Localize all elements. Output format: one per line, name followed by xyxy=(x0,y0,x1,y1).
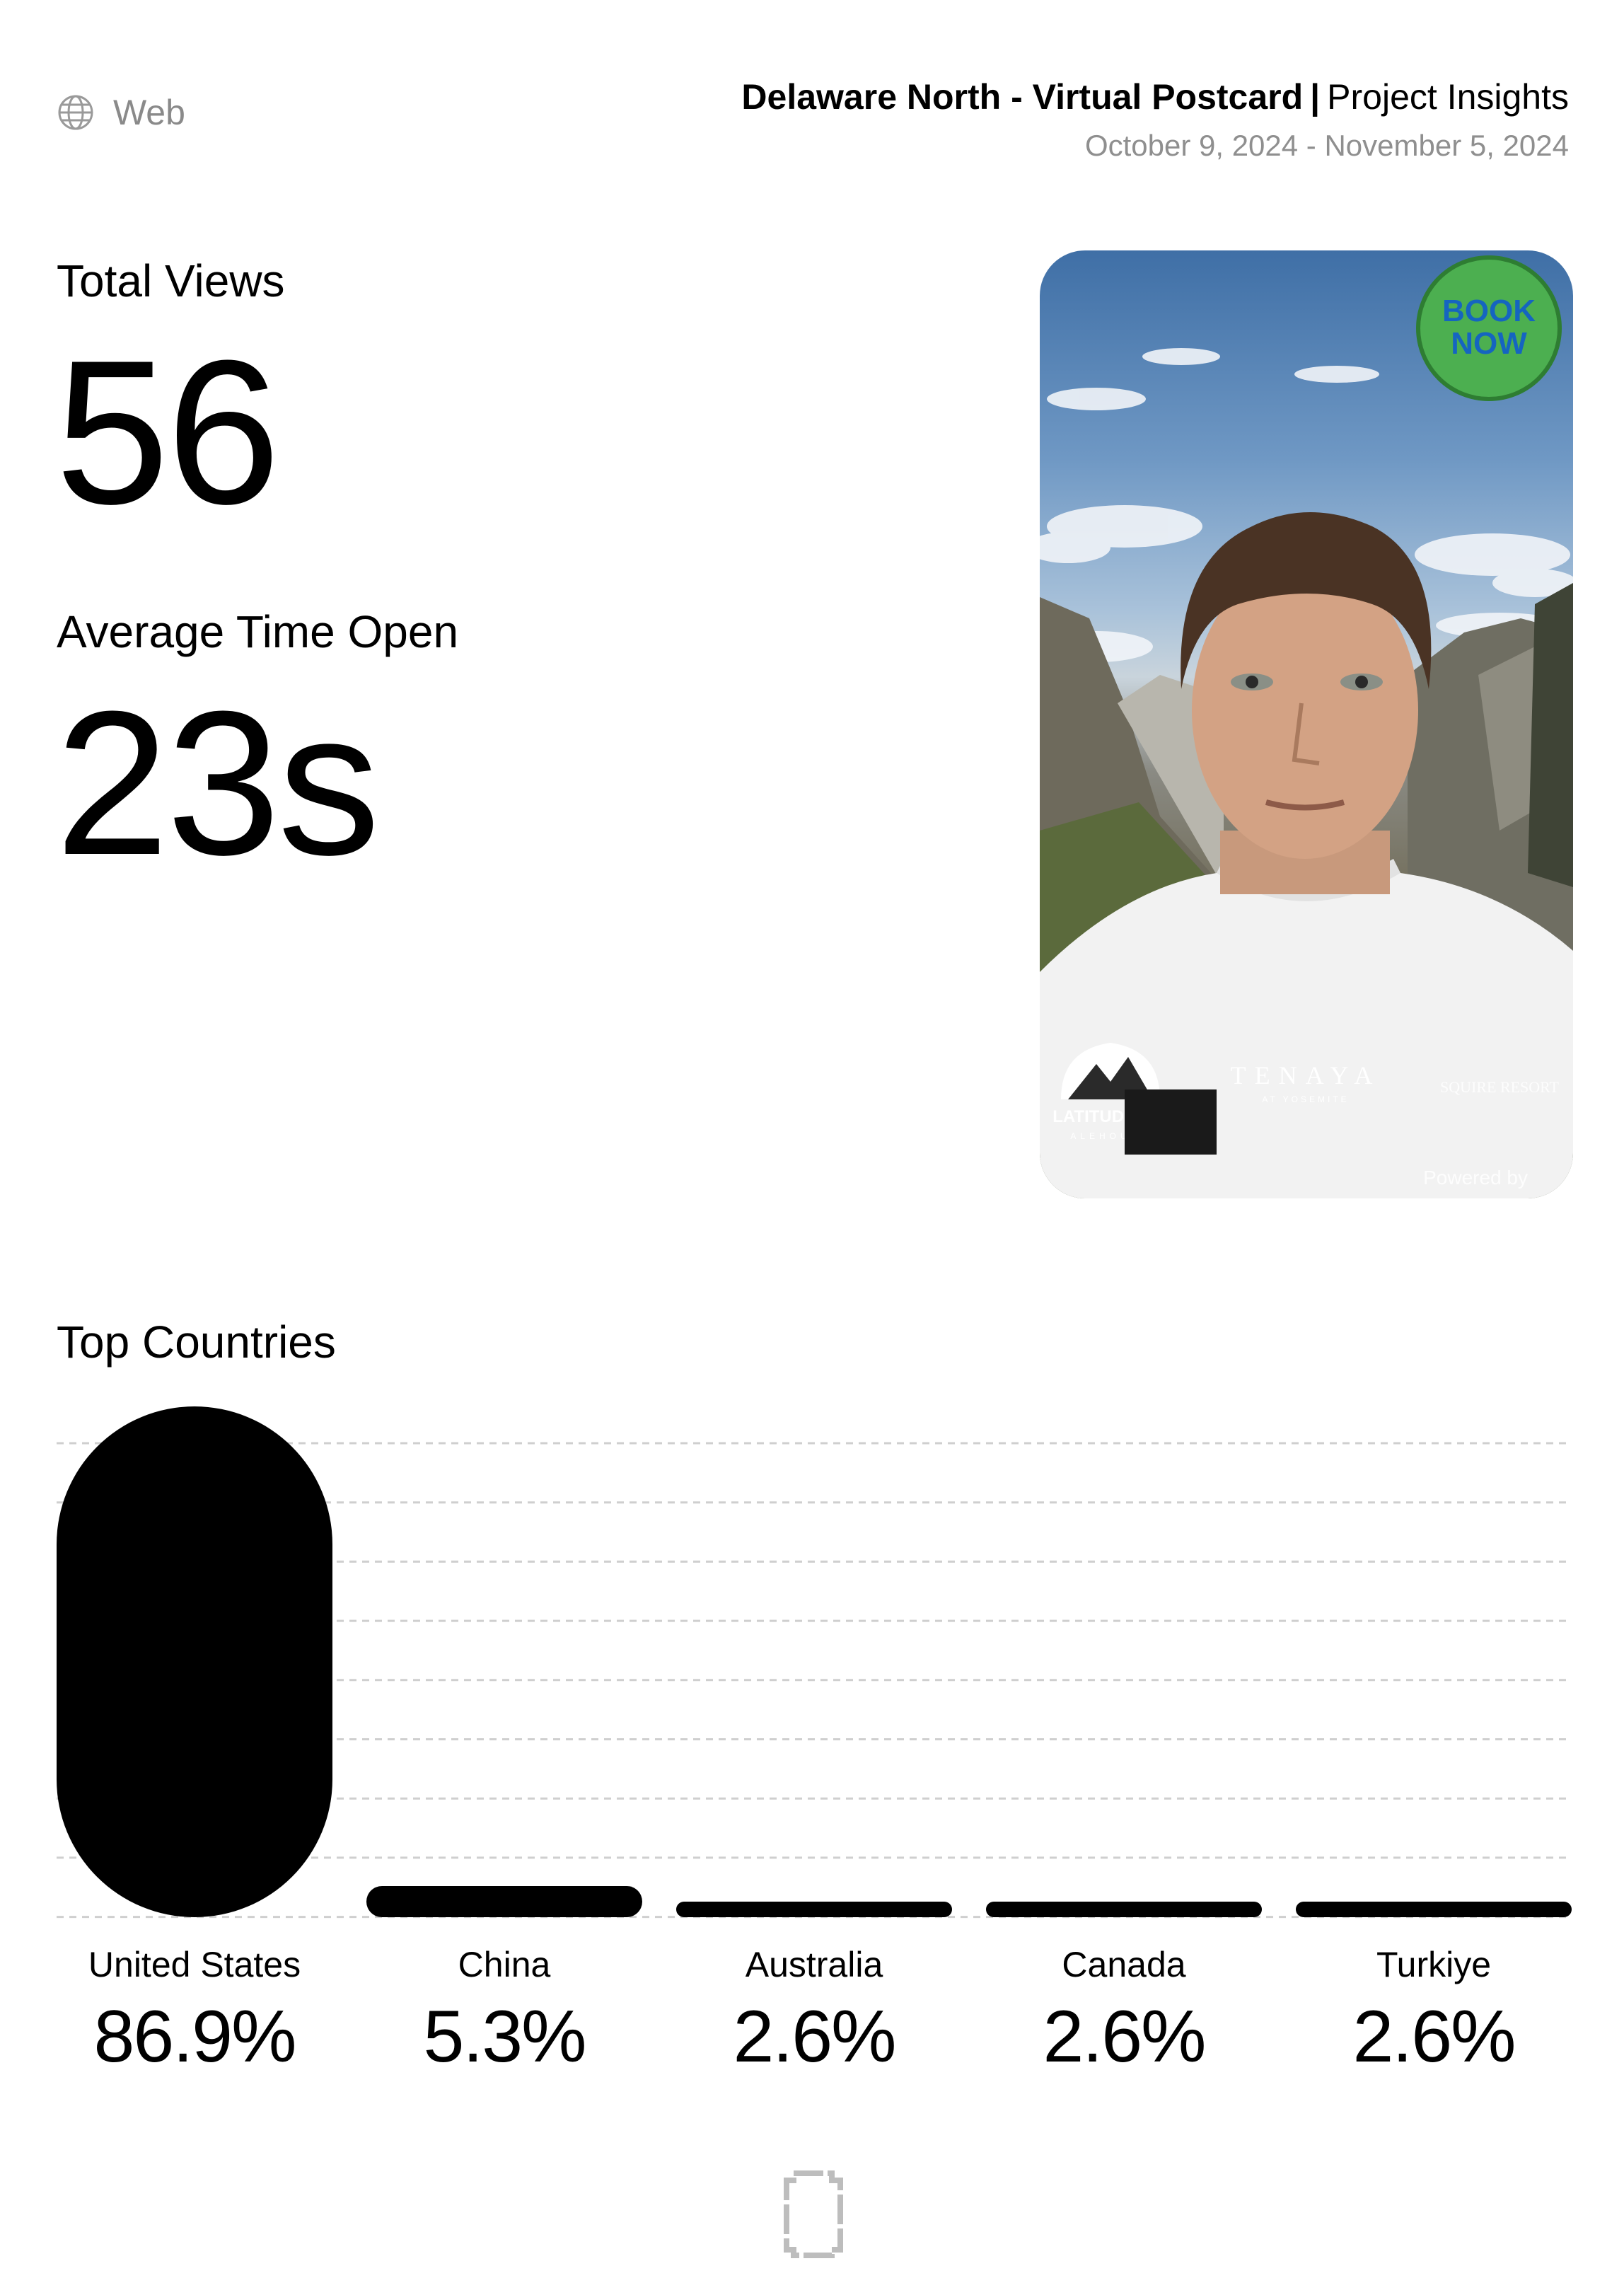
project-name: Delaware North - Virtual Postcard xyxy=(741,77,1304,117)
postcard-image: BOOK NOW LATITUDE 105 ALEHOUSE TENAYA AT… xyxy=(1040,255,1573,1198)
bar-united-states[interactable] xyxy=(57,1406,332,1917)
avg-time-value: 23s xyxy=(55,669,381,898)
logo-right-text: SQUIRE RESORT xyxy=(1440,1078,1560,1096)
logo-center-text: TENAYA xyxy=(1231,1061,1381,1089)
postcard-preview[interactable]: BOOK NOW LATITUDE 105 ALEHOUSE TENAYA AT… xyxy=(1040,250,1573,1198)
country-value: 2.6% xyxy=(1043,1996,1206,2078)
badge-line1: BOOK xyxy=(1442,294,1536,328)
book-now-badge[interactable]: BOOK NOW xyxy=(1416,255,1562,401)
bar-australia[interactable] xyxy=(676,1902,952,1917)
country-value: 5.3% xyxy=(423,1996,586,2078)
country-label: Australia xyxy=(745,1945,883,1984)
country-label: United States xyxy=(88,1945,301,1984)
avg-time-label: Average Time Open xyxy=(57,606,459,657)
logo-center-sub: AT YOSEMITE xyxy=(1262,1094,1349,1104)
total-views-value: 56 xyxy=(55,318,281,547)
country-label: China xyxy=(458,1945,551,1984)
platform-label: Web xyxy=(113,93,185,132)
total-views-label: Total Views xyxy=(57,255,285,306)
globe-icon xyxy=(58,95,93,130)
bar-china[interactable] xyxy=(366,1885,642,1917)
name-tag xyxy=(1125,1089,1217,1155)
project-title: Delaware North - Virtual Postcard | Projec… xyxy=(741,76,1569,117)
country-value: 86.9% xyxy=(93,1996,297,2078)
country-label: Canada xyxy=(1062,1945,1186,1984)
title-separator: | xyxy=(1310,77,1321,117)
phone-icon[interactable] xyxy=(778,2170,849,2258)
bar-turkiye[interactable] xyxy=(1296,1902,1572,1917)
country-value: 2.6% xyxy=(1352,1996,1516,2078)
chart-title: Top Countries xyxy=(57,1317,336,1368)
country-label: Turkiye xyxy=(1376,1945,1492,1984)
badge-line2: NOW xyxy=(1451,326,1527,361)
date-range: October 9, 2024 - November 5, 2024 xyxy=(1084,129,1569,162)
project-section: Project Insights xyxy=(1327,77,1569,117)
country-value: 2.6% xyxy=(733,1996,896,2078)
powered-by-text: Powered by xyxy=(1423,1167,1528,1189)
bar-canada[interactable] xyxy=(986,1902,1262,1917)
platform-indicator: Web xyxy=(57,92,185,133)
